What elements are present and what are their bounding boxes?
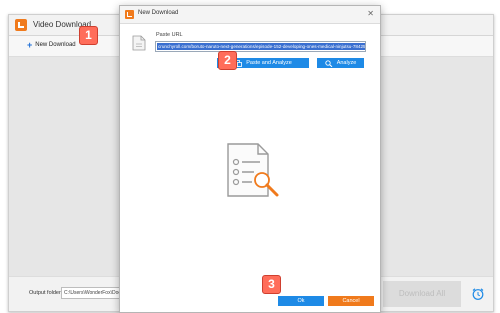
alarm-clock-icon[interactable] xyxy=(471,287,485,301)
paste-and-analyze-label: Paste and Analyze xyxy=(246,60,292,66)
callout-badge-2: 2 xyxy=(218,51,237,70)
output-folder-label: Output folder: xyxy=(29,290,63,296)
download-all-button[interactable]: Download All xyxy=(383,281,461,307)
ok-button[interactable]: Ok xyxy=(278,296,324,306)
close-icon[interactable]: ✕ xyxy=(367,9,374,18)
url-input-value: crunchyroll.com/boruto-naruto-next-gener… xyxy=(157,43,365,50)
document-link-icon xyxy=(132,35,146,51)
url-input[interactable]: crunchyroll.com/boruto-naruto-next-gener… xyxy=(155,41,366,52)
callout-badge-1: 1 xyxy=(79,26,98,45)
new-download-button[interactable]: + New Download xyxy=(27,40,76,50)
analyze-button[interactable]: Analyze xyxy=(317,58,364,68)
app-logo-icon xyxy=(15,19,27,31)
plus-icon: + xyxy=(27,40,33,50)
output-folder-field[interactable]: C:\Users\WonderFox\Docume xyxy=(61,287,127,299)
dialog-title: New Download xyxy=(138,10,179,16)
dialog-titlebar: New Download ✕ xyxy=(120,6,380,24)
document-search-icon xyxy=(227,143,279,197)
callout-badge-3: 3 xyxy=(262,275,281,294)
cancel-button[interactable]: Cancel xyxy=(328,296,374,306)
dialog-app-icon xyxy=(125,10,134,19)
new-download-dialog: New Download ✕ Paste URL crunchyroll.com… xyxy=(119,5,381,313)
new-download-label: New Download xyxy=(35,42,76,48)
paste-url-label: Paste URL xyxy=(156,32,183,38)
search-icon xyxy=(325,59,333,67)
analyze-label: Analyze xyxy=(336,60,357,66)
